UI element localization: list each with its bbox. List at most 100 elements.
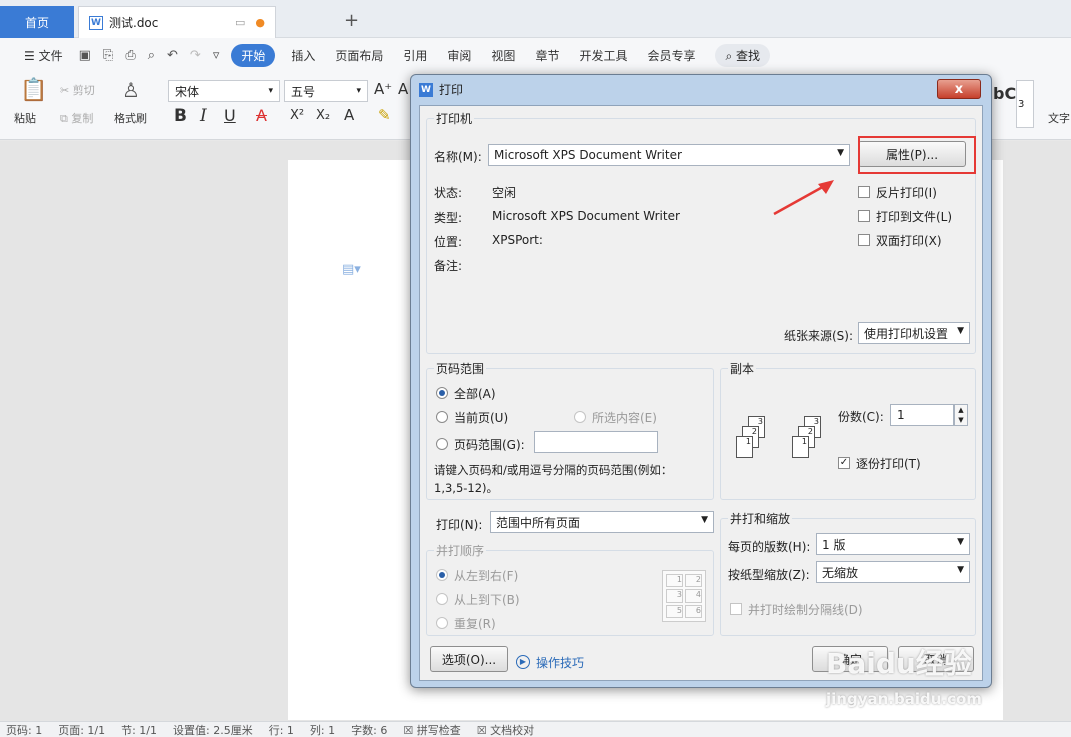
separator-lines-label: 并打时绘制分隔线(D) [748, 603, 863, 617]
status-value: 空闲 [492, 186, 517, 200]
paste-button[interactable]: 粘贴 [14, 110, 36, 126]
style-sample[interactable]: bC [993, 84, 1016, 103]
menu-reference[interactable]: 引用 [393, 47, 437, 64]
print-what-value: 范围中所有页面 [496, 515, 581, 530]
save-icon[interactable]: ▣ [73, 48, 97, 63]
options-button[interactable]: 选项(O)... [430, 646, 508, 672]
font-family-select[interactable]: 宋体 ▾ [168, 80, 280, 102]
menu-start[interactable]: 开始 [231, 43, 276, 67]
paragraph-marker-icon[interactable]: ▤▾ [342, 262, 361, 277]
checkbox-icon: ☒ [403, 723, 414, 737]
reverse-print-checkbox[interactable] [858, 186, 870, 198]
reverse-print-label: 反片打印(I) [876, 186, 937, 200]
duplex-label: 双面打印(X) [876, 234, 942, 248]
tab-document[interactable]: W 测试.doc ▭ ● [78, 6, 276, 38]
window-icon[interactable]: ▭ [235, 16, 245, 29]
preview-icon[interactable]: ⌕ [142, 48, 161, 63]
text-tool-label[interactable]: 文字 [1048, 110, 1070, 126]
type-value: Microsoft XPS Document Writer [492, 209, 680, 223]
range-selection-radio[interactable] [574, 411, 586, 423]
new-tab-icon[interactable]: + [344, 10, 359, 31]
menu-dev-tools[interactable]: 开发工具 [569, 47, 637, 64]
print-what-select[interactable]: 范围中所有页面 ▼ [490, 511, 714, 533]
italic-icon[interactable]: I [200, 106, 207, 126]
menu-member[interactable]: 会员专享 [637, 47, 705, 64]
printer-name-select[interactable]: Microsoft XPS Document Writer ▼ [488, 144, 850, 166]
format-painter-icon[interactable]: ♙ [122, 78, 140, 102]
pages-per-sheet-value: 1 版 [822, 537, 846, 552]
range-pages-radio[interactable] [436, 438, 448, 450]
export-icon[interactable]: ⎘ [97, 48, 119, 63]
underline-icon[interactable]: U [224, 106, 236, 125]
pages-per-sheet-label: 每页的版数(H): [728, 540, 811, 554]
wps-app-icon: W [419, 82, 433, 97]
subscript-icon[interactable]: X₂ [316, 108, 330, 123]
close-button[interactable]: x [937, 79, 981, 99]
chevron-down-icon: ▼ [957, 565, 964, 575]
copies-spinner[interactable]: ▲ ▼ [954, 404, 968, 426]
paste-icon[interactable]: 📋 [20, 78, 47, 103]
style-scroller[interactable]: 3 [1016, 80, 1034, 128]
bold-icon[interactable]: B [174, 106, 187, 126]
chevron-down-icon: ▼ [957, 537, 964, 547]
paper-source-value: 使用打印机设置 [864, 326, 949, 341]
status-pages: 页码: 1 [6, 723, 43, 737]
order-ltr-radio[interactable] [436, 569, 448, 581]
separator-lines-checkbox[interactable] [730, 603, 742, 615]
spell-check-button[interactable]: ☒ 拼写检查 [403, 722, 460, 737]
proofread-button[interactable]: ☒ 文档校对 [477, 722, 534, 737]
menu-view[interactable]: 视图 [481, 47, 525, 64]
range-current-radio[interactable] [436, 411, 448, 423]
strikethrough-icon[interactable]: A [256, 106, 267, 125]
copies-group-label: 副本 [728, 360, 757, 377]
menu-file[interactable]: ☰ 文件 [14, 47, 73, 64]
highlight-box [858, 136, 976, 174]
print-icon[interactable]: ⎙ [119, 48, 141, 63]
collate-checkbox[interactable]: ✓ [838, 457, 850, 469]
text-effect-icon[interactable]: A [344, 106, 354, 124]
superscript-icon[interactable]: X² [290, 108, 304, 123]
pages-per-sheet-select[interactable]: 1 版 ▼ [816, 533, 970, 555]
cut-button[interactable]: ✂ 剪切 [60, 82, 95, 98]
tips-link[interactable]: 操作技巧 [536, 654, 584, 671]
copies-count-input[interactable]: 1 [890, 404, 954, 426]
grow-font-icon[interactable]: A⁺ [374, 80, 392, 98]
paper-source-select[interactable]: 使用打印机设置 ▼ [858, 322, 970, 344]
status-col: 列: 1 [309, 723, 336, 737]
highlight-icon[interactable]: ✎ [378, 106, 391, 124]
order-ltr-label: 从左到右(F) [454, 569, 519, 583]
menu-search[interactable]: ⌕ 查找 [715, 43, 771, 67]
scale-select[interactable]: 无缩放 ▼ [816, 561, 970, 583]
undo-icon[interactable]: ↶ [161, 48, 184, 63]
more-chevron-icon[interactable]: ▿ [207, 48, 226, 63]
menu-review[interactable]: 审阅 [437, 47, 481, 64]
range-pages-label: 页码范围(G): [454, 438, 525, 452]
shrink-font-icon[interactable]: A [398, 80, 408, 98]
order-repeat-radio[interactable] [436, 617, 448, 629]
order-ttb-radio[interactable] [436, 593, 448, 605]
unsaved-dot-icon: ● [255, 16, 265, 29]
font-size-select[interactable]: 五号 ▾ [284, 80, 368, 102]
copies-count-label: 份数(C): [838, 410, 884, 424]
range-all-radio[interactable] [436, 387, 448, 399]
copy-button[interactable]: ⧉ 复制 [60, 110, 93, 126]
menu-layout[interactable]: 页面布局 [325, 47, 393, 64]
print-what-label: 打印(N): [436, 518, 483, 532]
redo-icon[interactable]: ↷ [184, 48, 207, 63]
status-setting: 设置值: 2.5厘米 [173, 723, 253, 737]
page-range-group-label: 页码范围 [434, 360, 487, 377]
menu-insert[interactable]: 插入 [281, 47, 325, 64]
spin-down-icon[interactable]: ▼ [958, 416, 963, 424]
print-to-file-checkbox[interactable] [858, 210, 870, 222]
order-repeat-label: 重复(R) [454, 617, 496, 631]
scissors-icon: ✂ [60, 84, 70, 97]
format-painter-button[interactable]: 格式刷 [114, 110, 147, 126]
page-range-input[interactable] [534, 431, 658, 453]
spin-up-icon[interactable]: ▲ [958, 406, 963, 414]
duplex-checkbox[interactable] [858, 234, 870, 246]
status-words: 字数: 6 [351, 723, 388, 737]
play-tips-icon[interactable]: ▶ [516, 655, 530, 669]
menu-chapter[interactable]: 章节 [525, 47, 569, 64]
tab-home[interactable]: 首页 [0, 6, 74, 38]
font-family-value: 宋体 [175, 84, 200, 99]
